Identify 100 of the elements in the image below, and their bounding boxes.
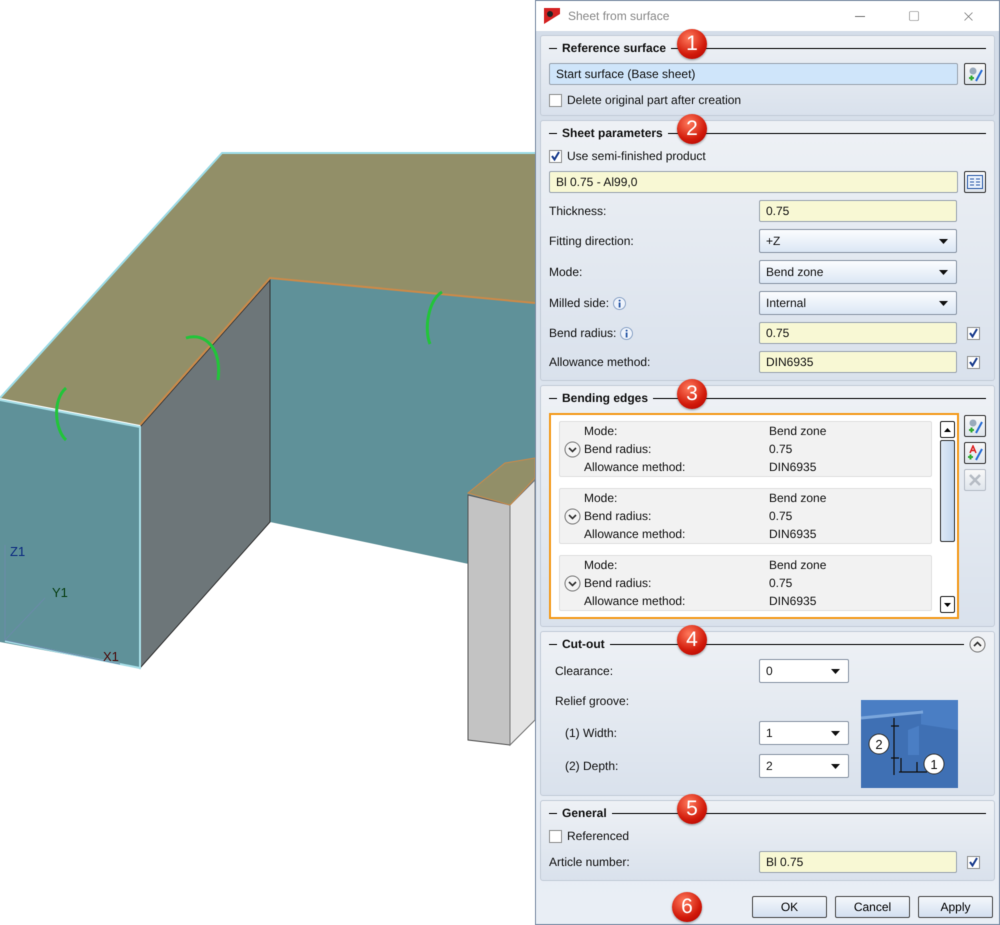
number-marker: 4 (677, 625, 707, 655)
expand-icon[interactable] (564, 574, 580, 592)
checkbox-label: Referenced (567, 829, 630, 843)
dropdown[interactable]: Bend zone (759, 260, 957, 284)
scrollbar-thumb[interactable] (940, 440, 955, 542)
property-label: Allowance method: (584, 594, 686, 608)
field-label: Milled side: (549, 296, 610, 310)
property-label: Mode: (584, 492, 618, 504)
field-label: Clearance: (555, 664, 614, 678)
input-field[interactable]: Bl 0.75 (759, 851, 957, 873)
window-title: Sheet from surface (568, 9, 670, 23)
info-icon[interactable] (613, 296, 626, 310)
dropdown[interactable]: 0 (759, 659, 849, 683)
section-title: General (562, 806, 607, 820)
dropdown[interactable]: Internal (759, 291, 957, 315)
dialog-button[interactable]: Apply (918, 896, 993, 918)
collapse-icon[interactable] (969, 636, 986, 652)
checkbox[interactable] (549, 830, 562, 842)
dropdown[interactable]: 1 (759, 721, 849, 745)
dropdown-caret-icon (831, 730, 840, 736)
dropdown-caret-icon (939, 270, 948, 274)
property-value: 0.75 (769, 576, 794, 590)
section-title: Reference surface (562, 41, 666, 55)
expand-icon[interactable] (564, 440, 580, 458)
dropdown-caret-icon (831, 668, 840, 674)
diagram-label: 2 (875, 737, 883, 752)
down-arrow-icon (944, 602, 951, 606)
checkbox[interactable] (966, 856, 980, 868)
property-value: DIN6935 (769, 460, 818, 474)
bending-edge-card[interactable]: Mode: Bend zone Bend radius: 0.75 Allowance method: DIN6935 (559, 555, 932, 611)
checkbox[interactable] (966, 356, 980, 368)
pick-edge-button[interactable] (964, 415, 986, 437)
property-label: Mode: (584, 558, 618, 572)
number-marker: 5 (677, 794, 707, 824)
property-value: Bend zone (769, 558, 826, 572)
field-label: Allowance method: (549, 355, 650, 369)
section-title: Bending edges (562, 391, 648, 405)
input-field[interactable]: 0.75 (759, 200, 957, 222)
field-label: (2) Depth: (565, 759, 618, 773)
info-icon[interactable] (620, 326, 634, 340)
axis-label: Y1 (52, 585, 68, 600)
checkbox[interactable] (966, 326, 980, 340)
bending-edge-card[interactable]: Mode: Bend zone Bend radius: 0.75 Allowance method: DIN6935 (559, 421, 932, 477)
input-field[interactable]: 0.75 (759, 322, 957, 344)
property-label: Allowance method: (584, 460, 686, 474)
checkbox-label: Use semi-finished product (567, 149, 706, 163)
property-value: Bend zone (769, 424, 826, 438)
app-icon (544, 8, 560, 24)
section-title: Cut-out (562, 637, 605, 651)
pick-all-icon (967, 445, 983, 461)
property-value: 0.75 (769, 510, 794, 522)
maximize-icon (908, 10, 920, 22)
property-label: Mode: (584, 424, 618, 438)
catalog-button[interactable] (964, 171, 986, 193)
field-label: Fitting direction: (549, 234, 634, 248)
property-value: 0.75 (769, 442, 794, 456)
field-label: (1) Width: (565, 726, 618, 740)
field-label: Thickness: (549, 204, 606, 218)
catalog-icon (967, 175, 983, 189)
input-field[interactable]: DIN6935 (759, 351, 957, 373)
scroll-down-button[interactable] (940, 596, 955, 613)
property-label: Bend radius: (584, 442, 652, 456)
bending-edge-card[interactable]: Mode: Bend zone Bend radius: 0.75 Allowance method: DIN6935 (559, 488, 932, 544)
checkbox[interactable] (549, 150, 562, 162)
property-label: Allowance method: (584, 528, 686, 540)
property-value: DIN6935 (769, 594, 818, 608)
pick-icon (967, 66, 983, 82)
pick-icon (967, 418, 983, 434)
property-value: Bend zone (769, 492, 826, 504)
axis-label: Z1 (10, 544, 26, 559)
section-title: Sheet parameters (562, 126, 663, 140)
field-label: Relief groove: (555, 694, 630, 708)
property-value: DIN6935 (769, 528, 818, 540)
axis-label: X1 (103, 649, 119, 664)
field-label: Article number: (549, 855, 630, 869)
pick-all-edges-button[interactable] (964, 442, 986, 464)
dropdown-caret-icon (939, 300, 948, 306)
dropdown-caret-icon (939, 238, 948, 244)
number-marker: 6 (672, 892, 702, 922)
number-marker: 1 (677, 29, 707, 59)
diagram-label: 1 (930, 757, 938, 772)
expand-icon[interactable] (564, 508, 580, 524)
field-label: Bend radius: (549, 326, 616, 340)
property-label: Bend radius: (584, 510, 652, 522)
dropdown[interactable]: +Z (759, 229, 957, 253)
up-arrow-icon (944, 428, 951, 432)
pick-surface-button[interactable] (964, 63, 986, 85)
scroll-up-button[interactable] (940, 421, 955, 438)
checkbox-label: Delete original part after creation (567, 93, 742, 107)
field-label: Mode: (549, 265, 582, 279)
number-marker: 3 (677, 379, 707, 409)
property-label: Bend radius: (584, 576, 652, 590)
dropdown-caret-icon (831, 764, 840, 768)
material-field[interactable]: Bl 0.75 - Al99,0 (549, 171, 958, 193)
checkbox[interactable] (549, 94, 562, 106)
dialog-button[interactable]: OK (752, 896, 827, 918)
number-marker: 2 (677, 114, 707, 144)
selection-field[interactable]: Start surface (Base sheet) (549, 63, 958, 85)
dropdown[interactable]: 2 (759, 754, 849, 778)
dialog-button[interactable]: Cancel (835, 896, 910, 918)
